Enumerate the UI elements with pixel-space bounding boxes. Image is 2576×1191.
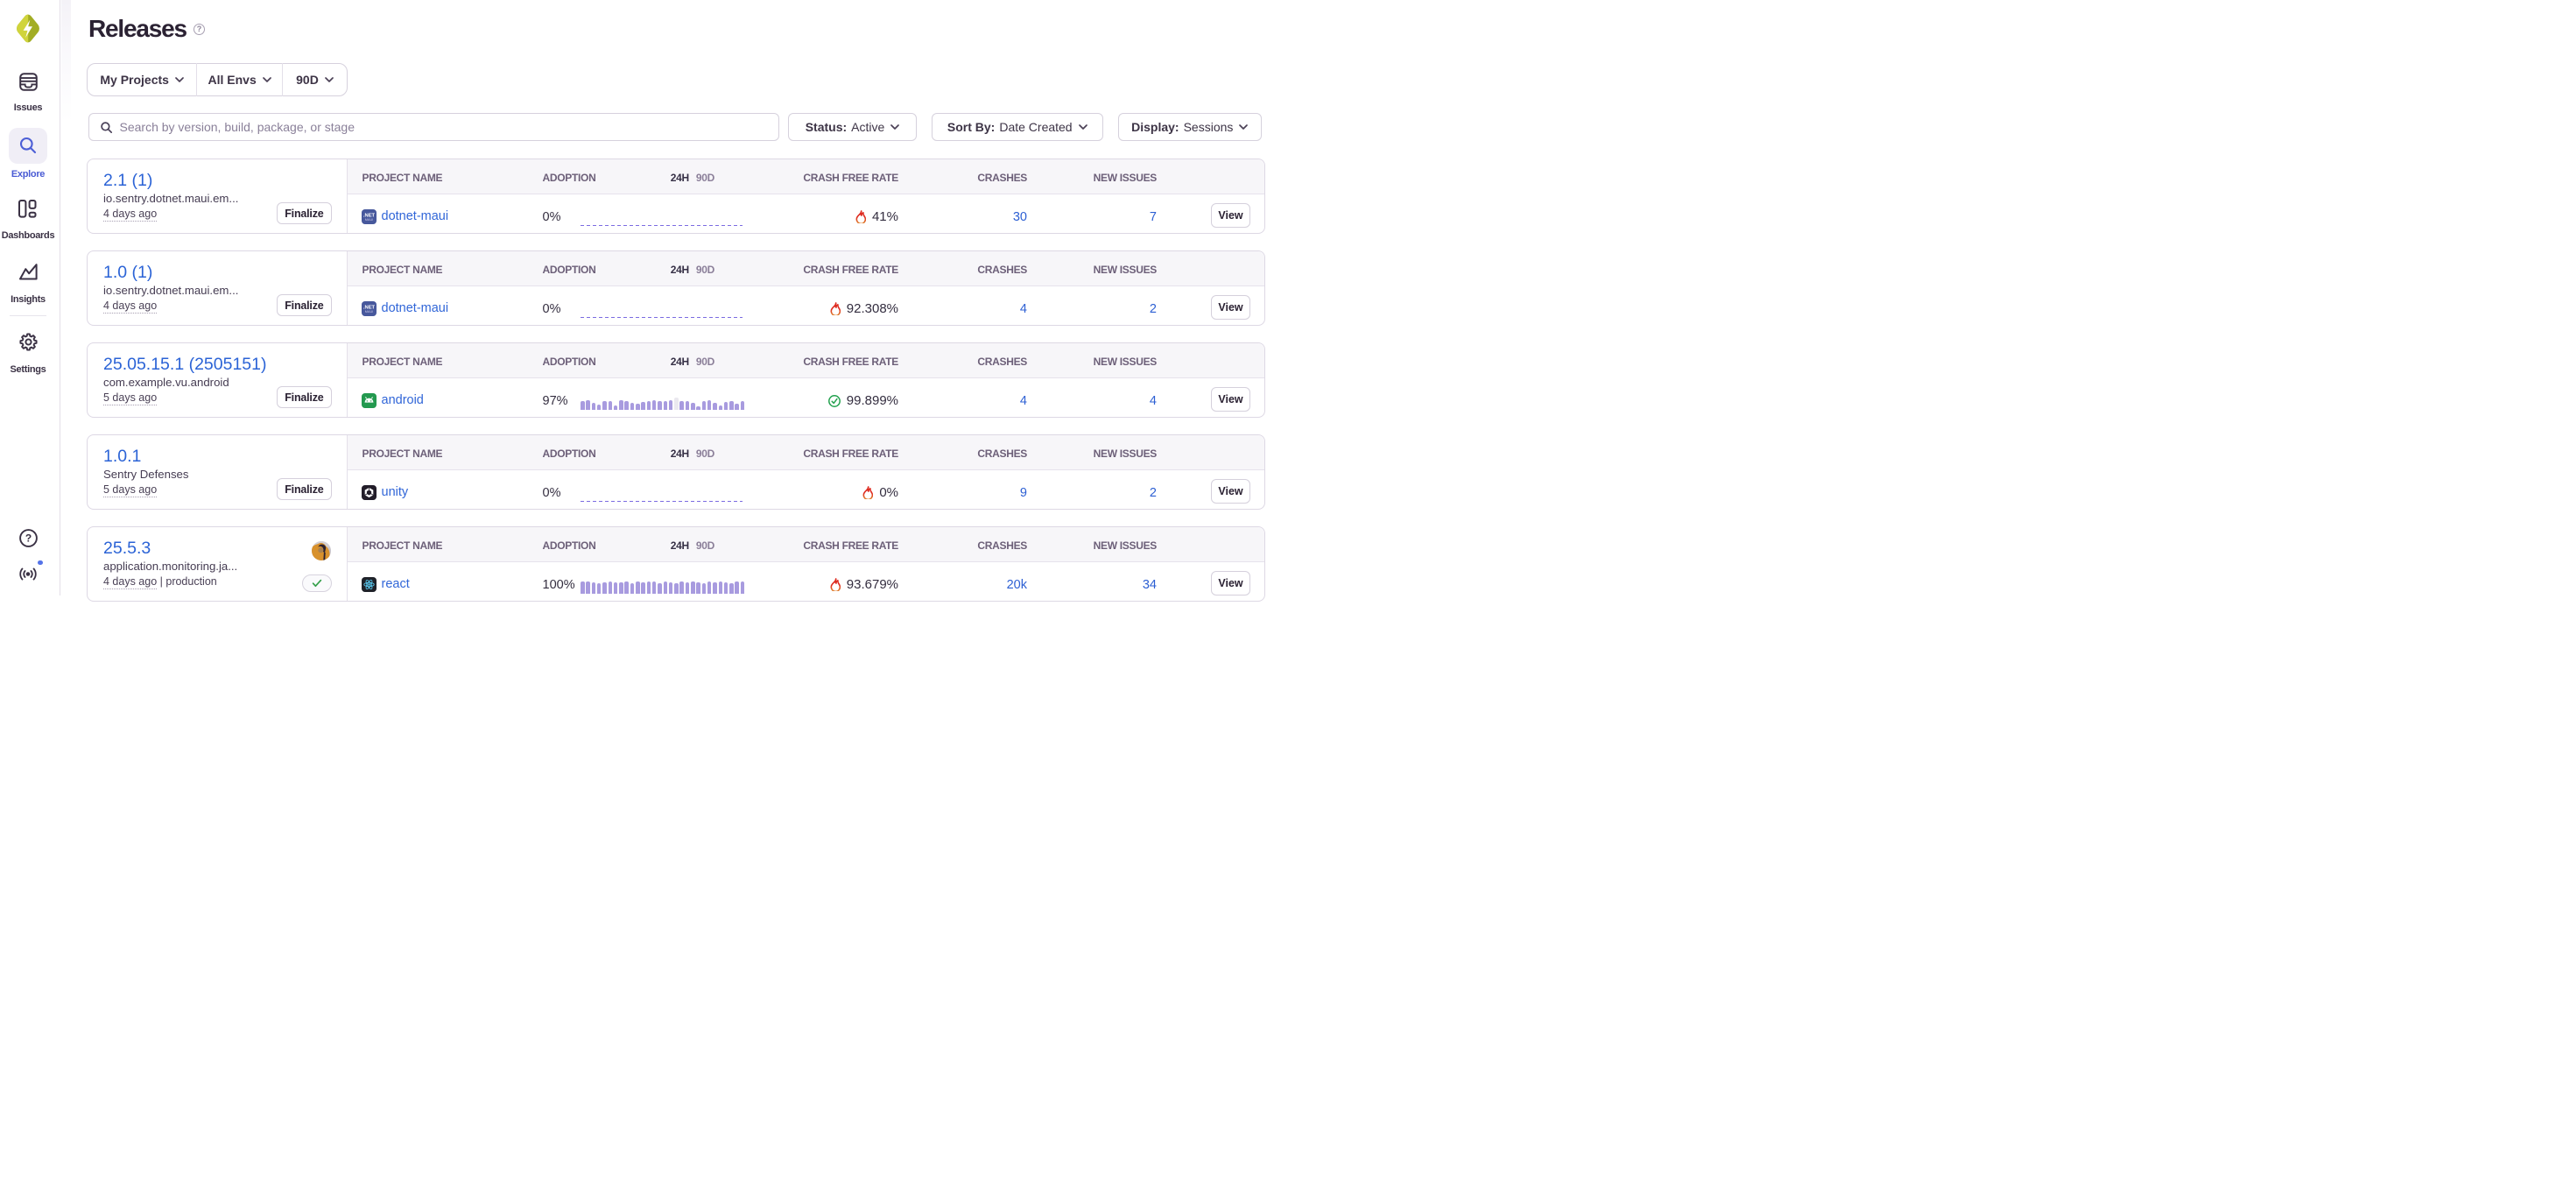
svg-text:MAUI: MAUI bbox=[365, 310, 374, 314]
svg-text:?: ? bbox=[25, 532, 31, 545]
svg-text:MAUI: MAUI bbox=[365, 218, 374, 222]
